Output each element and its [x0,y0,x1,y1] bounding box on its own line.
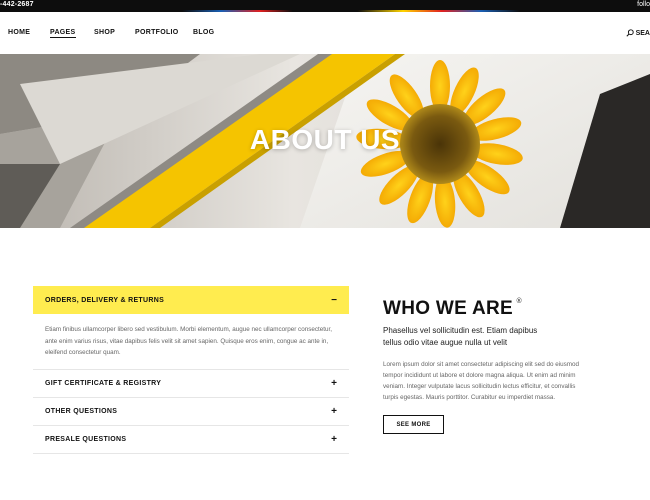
minus-icon: − [331,294,337,306]
main-nav: HOME PAGES SHOP PORTFOLIO BLOG SEA [0,12,650,54]
accordion-header-presale[interactable]: PRESALE QUESTIONS + [33,426,349,454]
accordion-title: GIFT CERTIFICATE & REGISTRY [45,379,162,387]
accordion-header-orders[interactable]: ORDERS, DELIVERY & RETURNS − [33,286,349,314]
section-subtitle: Phasellus vel sollicitudin est. Etiam da… [383,326,538,347]
accordion-title: OTHER QUESTIONS [45,407,118,415]
plus-icon: + [331,433,337,445]
section-body: Lorem ipsum dolor sit amet consectetur a… [383,361,579,401]
nav-item-home[interactable]: HOME [8,29,30,36]
accordion-header-gift[interactable]: GIFT CERTIFICATE & REGISTRY + [33,370,349,398]
hero-title: ABOUT US [249,124,401,155]
search-icon [626,29,634,37]
phone-number[interactable]: -442-2687 [0,1,34,8]
nav-item-pages[interactable]: PAGES [50,29,76,38]
section-heading: WHO WE ARE ® [383,298,522,320]
accordion-title: PRESALE QUESTIONS [45,435,127,443]
section-title: WHO WE ARE [383,298,514,319]
accordion-header-other[interactable]: OTHER QUESTIONS + [33,398,349,426]
who-we-are-section: WHO WE ARE ® Phasellus vel sollicitudin … [383,298,623,434]
top-bar: -442-2687 follo [0,0,650,12]
search-button[interactable]: SEA [626,29,650,37]
registered-mark-icon: ® [516,298,523,305]
accordion-title: ORDERS, DELIVERY & RETURNS [45,296,165,304]
nav-item-portfolio[interactable]: PORTFOLIO [135,29,179,36]
faq-accordion: ORDERS, DELIVERY & RETURNS − Etiam finib… [33,286,349,454]
search-label: SEA [635,29,650,37]
follow-link[interactable]: follo [637,1,650,8]
hero-banner: ABOUT US [0,54,650,228]
nav-item-shop[interactable]: SHOP [94,29,115,36]
plus-icon: + [331,405,337,417]
plus-icon: + [331,377,337,389]
nav-item-blog[interactable]: BLOG [193,29,214,36]
accordion-content: Etiam finibus ullamcorper libero sed ves… [33,314,349,370]
see-more-button[interactable]: SEE MORE [383,415,444,434]
